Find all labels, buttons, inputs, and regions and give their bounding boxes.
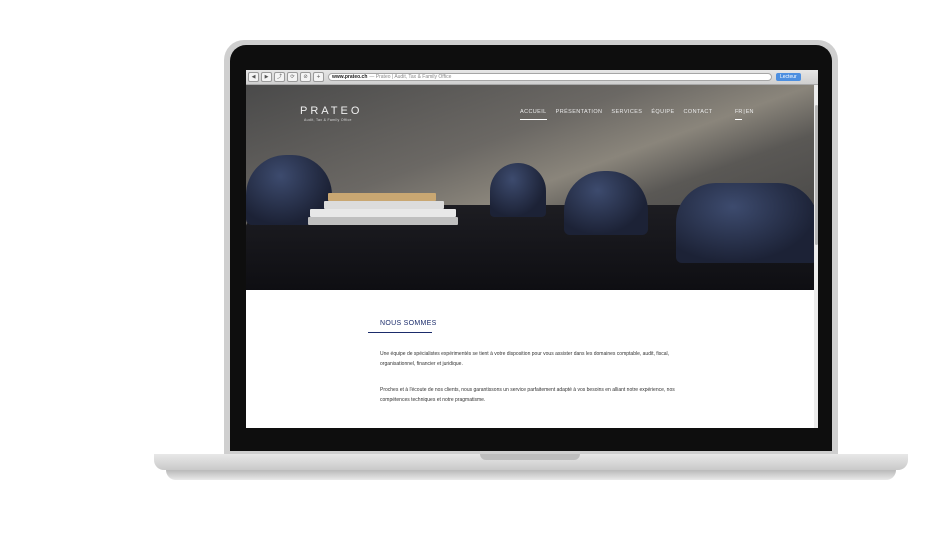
- add-tab-icon[interactable]: +: [313, 72, 324, 82]
- intro-paragraph: Une équipe de spécialistes expérimentés …: [380, 351, 670, 367]
- reader-button[interactable]: Lecteur: [776, 73, 801, 81]
- main-nav: ACCUEIL PRÉSENTATION SERVICES ÉQUIPE CON…: [520, 109, 722, 120]
- reload-icon[interactable]: ⟳: [287, 72, 298, 82]
- lang-separator: |: [743, 109, 745, 115]
- hero-image: PRATEO Audit, Tax & Family Office ACCUEI…: [246, 85, 818, 290]
- back-icon[interactable]: ◀: [248, 72, 259, 82]
- laptop-base-bottom: [166, 470, 896, 480]
- laptop-notch: [480, 454, 580, 460]
- chair: [564, 171, 648, 235]
- scrollbar-thumb[interactable]: [815, 105, 818, 245]
- section-title: NOUS SOMMES: [380, 320, 437, 327]
- url-page-title: — Prateo | Audit, Tax & Family Office: [369, 74, 452, 80]
- site-tagline: Audit, Tax & Family Office: [304, 118, 352, 122]
- share-icon[interactable]: ⤴: [274, 72, 285, 82]
- nav-item-contact[interactable]: CONTACT: [684, 109, 713, 120]
- block-icon[interactable]: ⊘: [300, 72, 311, 82]
- lang-en[interactable]: EN: [746, 109, 754, 120]
- forward-icon[interactable]: ▶: [261, 72, 272, 82]
- language-switcher: FR | EN: [735, 109, 753, 120]
- address-bar[interactable]: www.prateo.ch — Prateo | Audit, Tax & Fa…: [328, 73, 772, 81]
- nav-item-services[interactable]: SERVICES: [611, 109, 642, 120]
- clients-paragraph: Proches et à l'écoute de nos clients, no…: [380, 387, 675, 403]
- scrollbar-track[interactable]: [814, 85, 818, 428]
- nav-item-equipe[interactable]: ÉQUIPE: [651, 109, 674, 120]
- nav-item-accueil[interactable]: ACCUEIL: [520, 109, 547, 120]
- browser-toolbar: ◀ ▶ ⤴ ⟳ ⊘ + www.prateo.ch — Prateo | Aud…: [246, 70, 818, 85]
- browser-window: ◀ ▶ ⤴ ⟳ ⊘ + www.prateo.ch — Prateo | Aud…: [246, 70, 818, 428]
- lang-fr[interactable]: FR: [735, 109, 743, 120]
- url-site: www.prateo.ch: [332, 74, 368, 80]
- section-underline: [368, 332, 432, 333]
- site-logo[interactable]: PRATEO: [300, 105, 362, 117]
- chair: [676, 183, 818, 263]
- nav-item-presentation[interactable]: PRÉSENTATION: [556, 109, 603, 120]
- chair: [490, 163, 546, 217]
